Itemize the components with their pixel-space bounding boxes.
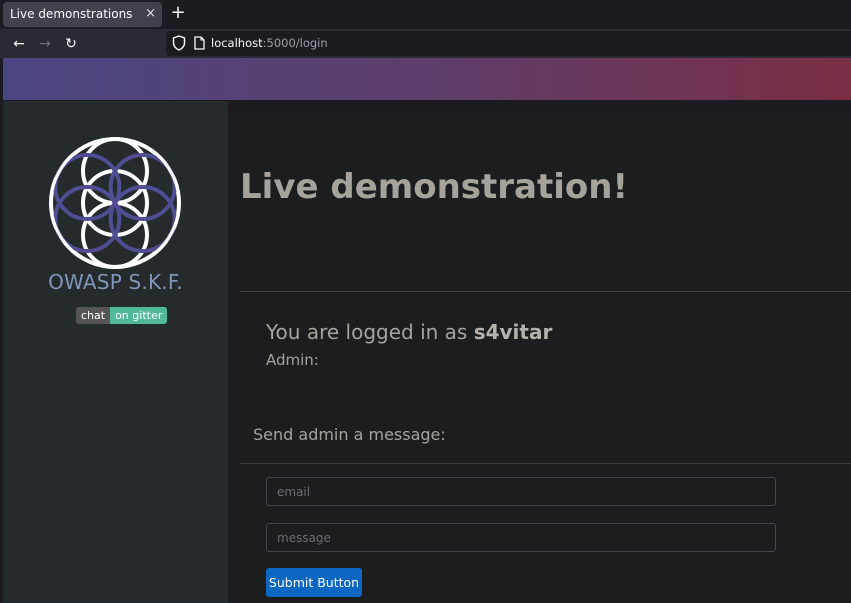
back-arrow-icon: ←: [13, 36, 25, 52]
tab-strip: Live demonstrations × +: [0, 0, 851, 29]
badge-gitter-label: on gitter: [110, 307, 168, 324]
header-banner: [3, 58, 851, 100]
admin-label: Admin:: [266, 351, 319, 369]
forward-arrow-icon: →: [39, 36, 51, 52]
logged-in-status: You are logged in as s4vitar: [266, 320, 552, 344]
brand-title: OWASP S.K.F.: [48, 270, 183, 294]
submit-button[interactable]: Submit Button: [266, 568, 362, 597]
back-button[interactable]: ←: [9, 34, 29, 54]
page-icon[interactable]: [192, 35, 206, 51]
reload-icon: ↻: [65, 36, 77, 52]
browser-tab[interactable]: Live demonstrations ×: [3, 2, 162, 27]
divider: [240, 463, 851, 464]
forward-button[interactable]: →: [35, 34, 55, 54]
url-path: :5000/login: [262, 36, 328, 50]
email-field[interactable]: [266, 477, 776, 506]
send-message-heading: Send admin a message:: [253, 425, 446, 444]
close-tab-icon[interactable]: ×: [145, 6, 156, 22]
reload-button[interactable]: ↻: [61, 34, 81, 54]
navigation-bar: ← → ↻ localhost:5000/login: [0, 29, 851, 58]
url-text[interactable]: localhost:5000/login: [211, 36, 328, 50]
chat-gitter-badge[interactable]: chat on gitter: [76, 307, 168, 324]
badge-chat-label: chat: [76, 307, 111, 324]
page-content: OWASP S.K.F. chat on gitter Live demonst…: [0, 58, 851, 603]
message-field[interactable]: [266, 523, 776, 552]
divider: [240, 291, 851, 292]
tab-title: Live demonstrations: [10, 7, 133, 21]
main-content: Live demonstration! You are logged in as…: [228, 113, 851, 603]
sidebar: OWASP S.K.F. chat on gitter: [3, 101, 228, 603]
url-bar[interactable]: localhost:5000/login: [166, 31, 851, 56]
page-title: Live demonstration!: [240, 167, 628, 207]
new-tab-button[interactable]: +: [168, 3, 188, 23]
owasp-flower-of-life-logo-icon: [49, 137, 181, 269]
logged-in-prefix: You are logged in as: [266, 320, 474, 344]
shield-icon[interactable]: [172, 35, 186, 51]
username: s4vitar: [473, 320, 553, 344]
url-host: localhost: [211, 36, 263, 50]
